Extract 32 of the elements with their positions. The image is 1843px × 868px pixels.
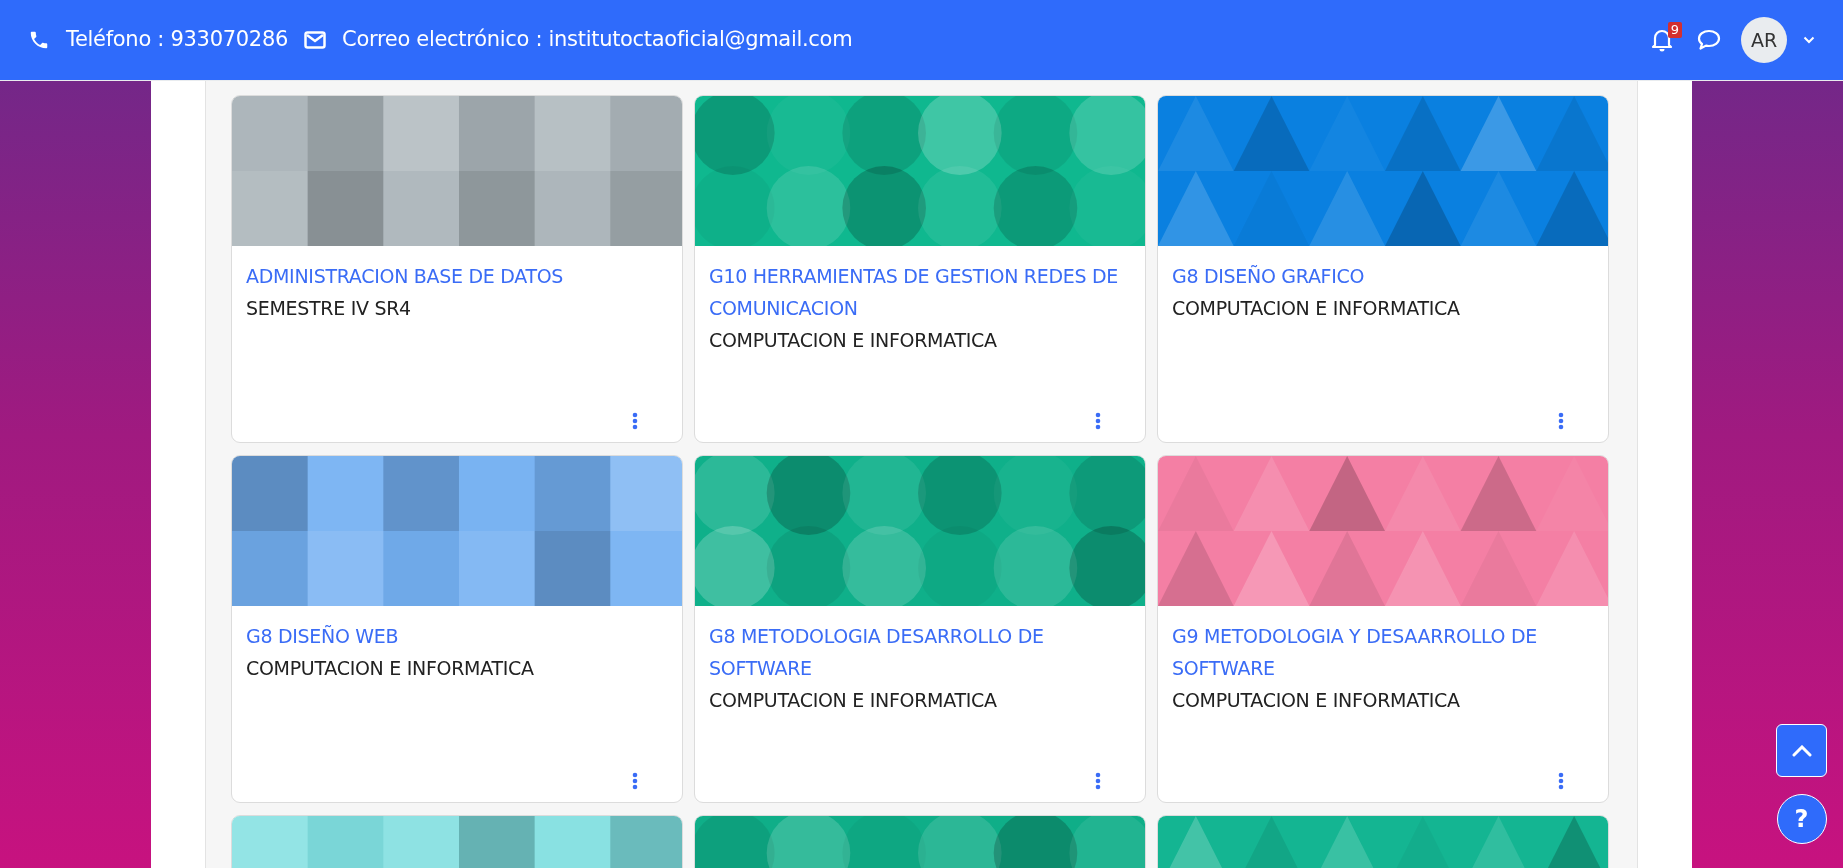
- course-title-link[interactable]: G8 DISEÑO GRAFICO: [1172, 260, 1594, 292]
- course-title-link[interactable]: G10 HERRAMIENTAS DE GESTION REDES DE COMUNICACION: [709, 260, 1131, 324]
- chat-bubble-icon: [1697, 29, 1721, 51]
- back-to-top-button[interactable]: [1776, 724, 1827, 777]
- chevron-up-icon: [1791, 744, 1812, 757]
- email-label: Correo electrónico : institutoctaoficial@gmail.com: [342, 26, 853, 54]
- notifications-button[interactable]: [1651, 28, 1673, 52]
- kebab-menu-icon: [1558, 412, 1564, 430]
- course-category: COMPUTACION E INFORMATICA: [246, 656, 535, 681]
- course-title-link[interactable]: G8 METODOLOGIA DESARROLLO DE SOFTWARE: [709, 620, 1131, 684]
- course-category: SEMESTRE IV SR4: [246, 296, 412, 321]
- course-category: COMPUTACION E INFORMATICA: [1172, 688, 1461, 713]
- mail-icon: [304, 31, 326, 49]
- kebab-menu-icon: [632, 772, 638, 790]
- course-title-link[interactable]: ADMINISTRACION BASE DE DATOS: [246, 260, 668, 292]
- help-button[interactable]: ?: [1776, 794, 1827, 844]
- kebab-menu-icon: [1095, 772, 1101, 790]
- phone-icon: [28, 29, 50, 51]
- user-avatar[interactable]: AR: [1741, 17, 1787, 63]
- course-category: COMPUTACION E INFORMATICA: [1172, 296, 1461, 321]
- messages-button[interactable]: [1697, 29, 1721, 51]
- phone-label: Teléfono : 933070286: [66, 26, 288, 54]
- course-title-link[interactable]: G8 DISEÑO WEB: [246, 620, 668, 652]
- kebab-menu-icon: [632, 412, 638, 430]
- course-title-link[interactable]: G9 METODOLOGIA Y DESAARROLLO DE SOFTWARE: [1172, 620, 1594, 684]
- kebab-menu-icon: [1095, 412, 1101, 430]
- kebab-menu-icon: [1558, 772, 1564, 790]
- chevron-down-icon[interactable]: [1803, 36, 1815, 44]
- notification-count-badge: 9: [1667, 22, 1682, 38]
- course-category: COMPUTACION E INFORMATICA: [709, 688, 998, 713]
- course-category: COMPUTACION E INFORMATICA: [709, 328, 998, 353]
- bell-icon: [1651, 28, 1673, 52]
